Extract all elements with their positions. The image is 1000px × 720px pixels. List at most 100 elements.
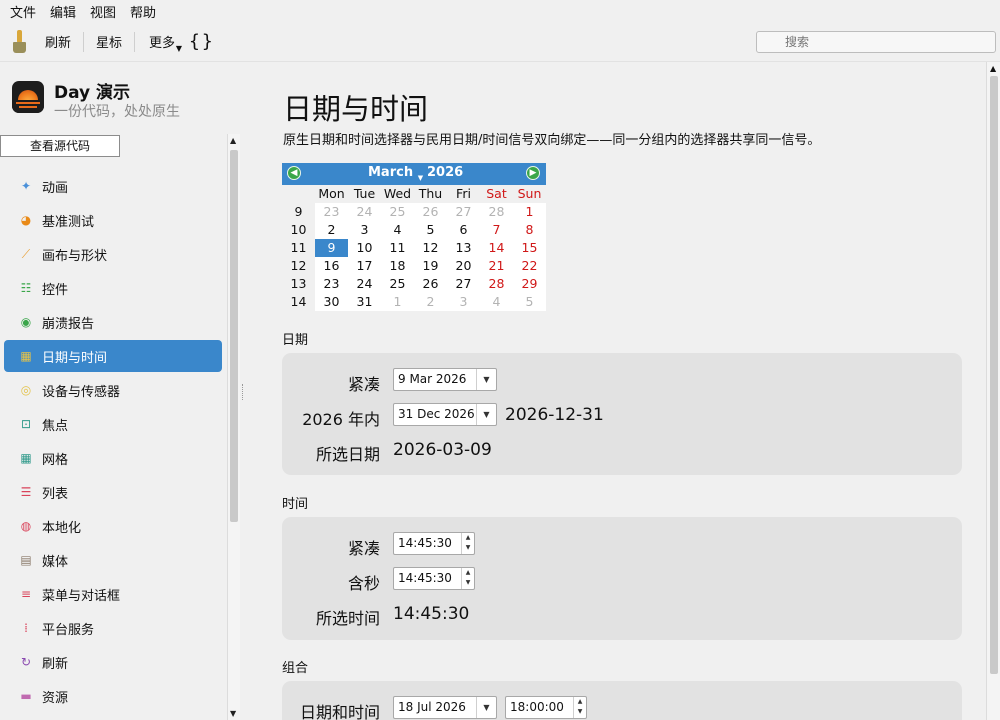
sidebar-item[interactable]: ≡ 菜单与对话框 [4, 578, 222, 610]
search-input[interactable] [756, 31, 996, 53]
spin-arrows-icon[interactable]: ▲ ▼ [573, 697, 586, 718]
sliders-icon: ☷ [20, 281, 32, 295]
calendar-day[interactable]: 7 [480, 221, 513, 239]
compact-date-picker[interactable]: 9 Mar 2026 ▼ [393, 368, 497, 391]
calendar-day[interactable]: 8 [513, 221, 546, 239]
compact-date-label: 紧凑 [347, 375, 380, 394]
refresh-button[interactable]: 刷新 [45, 32, 71, 51]
datetime-label: 日期和时间 [299, 703, 380, 720]
main-scrollbar[interactable]: ▲ [986, 62, 1000, 720]
selected-time-value: 14:45:30 [393, 604, 470, 624]
chevron-down-icon[interactable]: ▼ [476, 369, 496, 390]
chevron-down-icon[interactable]: ▼ [476, 697, 496, 718]
main-scroll-thumb[interactable] [990, 76, 998, 674]
calendar-day[interactable]: 18 [381, 257, 414, 275]
scroll-down-icon[interactable]: ▼ [230, 709, 236, 718]
calendar-day[interactable]: 1 [513, 203, 546, 221]
calendar-day[interactable]: 17 [348, 257, 381, 275]
more-button[interactable]: 更多 ▼ [149, 32, 182, 53]
calendar-day[interactable]: 3 [447, 293, 480, 311]
spin-arrows-icon[interactable]: ▲ ▼ [461, 568, 474, 589]
calendar-day[interactable]: 4 [480, 293, 513, 311]
calendar-day[interactable]: 15 [513, 239, 546, 257]
calendar-day[interactable]: 23 [315, 275, 348, 293]
calendar-day[interactable]: 3 [348, 221, 381, 239]
menu-help[interactable]: 帮助 [130, 2, 156, 21]
calendar-day[interactable]: 29 [513, 275, 546, 293]
star-button[interactable]: 星标 [96, 32, 122, 51]
calendar-day[interactable]: 6 [447, 221, 480, 239]
calendar-day[interactable]: 24 [348, 275, 381, 293]
calendar-day[interactable]: 27 [447, 203, 480, 221]
calendar-day[interactable]: 1 [381, 293, 414, 311]
compact-time-picker[interactable]: 14:45:30 ▲ ▼ [393, 532, 475, 555]
paintbrush-icon[interactable] [11, 29, 29, 54]
calendar-day[interactable]: 5 [513, 293, 546, 311]
calendar-day[interactable]: 26 [414, 203, 447, 221]
sidebar-item[interactable]: ⟋ 画布与形状 [4, 238, 222, 270]
calendar-day[interactable]: 4 [381, 221, 414, 239]
sidebar-item[interactable]: ⁞ 平台服务 [4, 612, 222, 644]
calendar-day[interactable]: 2 [414, 293, 447, 311]
calendar-day[interactable]: 22 [513, 257, 546, 275]
brush-icon: ⟋ [21, 246, 31, 261]
seconds-time-picker[interactable]: 14:45:30 ▲ ▼ [393, 567, 475, 590]
sidebar-item[interactable]: ▦ 网格 [4, 442, 222, 474]
calendar-day[interactable]: 27 [447, 275, 480, 293]
calendar-day[interactable]: 13 [447, 239, 480, 257]
calendar-day[interactable]: 11 [381, 239, 414, 257]
calendar-day[interactable]: 12 [414, 239, 447, 257]
calendar-day[interactable]: 14 [480, 239, 513, 257]
scroll-up-icon[interactable]: ▲ [230, 136, 236, 145]
in-year-date-picker[interactable]: 31 Dec 2026 ▼ [393, 403, 497, 426]
calendar-day[interactable]: 21 [480, 257, 513, 275]
sidebar-item[interactable]: ⊡ 焦点 [4, 408, 222, 440]
splitter-handle[interactable] [242, 384, 244, 400]
sidebar-item[interactable]: ◕ 基准测试 [4, 204, 222, 236]
scroll-up-icon[interactable]: ▲ [990, 64, 996, 73]
sidebar-item[interactable]: ✦ 动画 [4, 170, 222, 202]
sidebar-scrollbar[interactable]: ▲ ▼ [227, 134, 240, 720]
app-title: Day 演示 [54, 83, 131, 103]
spin-arrows-icon[interactable]: ▲ ▼ [461, 533, 474, 554]
next-month-icon[interactable]: ▶ [526, 166, 540, 180]
view-source-button[interactable]: 查看源代码 [0, 135, 120, 157]
calendar-day[interactable]: 28 [480, 275, 513, 293]
sidebar-item[interactable]: ☰ 列表 [4, 476, 222, 508]
calendar-day[interactable]: 30 [315, 293, 348, 311]
calendar-day[interactable]: 2 [315, 221, 348, 239]
datetime-date-picker[interactable]: 18 Jul 2026 ▼ [393, 696, 497, 719]
calendar-day[interactable]: 25 [381, 275, 414, 293]
calendar-day[interactable]: 24 [348, 203, 381, 221]
prev-month-icon[interactable]: ◀ [287, 166, 301, 180]
calendar-day[interactable]: 9 [315, 239, 348, 257]
calendar-day[interactable]: 31 [348, 293, 381, 311]
sidebar-item[interactable]: ↻ 刷新 [4, 646, 222, 678]
calendar-day[interactable]: 10 [348, 239, 381, 257]
sidebar-item[interactable]: ☷ 控件 [4, 272, 222, 304]
sidebar-item[interactable]: ▬ 资源 [4, 680, 222, 712]
menu-view[interactable]: 视图 [90, 2, 116, 21]
sidebar-item[interactable]: ◍ 本地化 [4, 510, 222, 542]
calendar-widget[interactable]: ◀ March ▼ 2026 ▶ Mon Tue Wed Thu Fri Sat Sun 9 23… [282, 163, 546, 311]
calendar-day[interactable]: 20 [447, 257, 480, 275]
calendar-day[interactable]: 28 [480, 203, 513, 221]
calendar-day[interactable]: 16 [315, 257, 348, 275]
calendar-day[interactable]: 19 [414, 257, 447, 275]
sidebar-item[interactable]: ▤ 媒体 [4, 544, 222, 576]
menu-edit[interactable]: 编辑 [50, 2, 76, 21]
datetime-time-picker[interactable]: 18:00:00 ▲ ▼ [505, 696, 587, 719]
menu-file[interactable]: 文件 [10, 2, 36, 21]
sidebar-item[interactable]: ▦ 日期与时间 [4, 340, 222, 372]
sidebar-scroll-thumb[interactable] [230, 150, 238, 522]
calendar-day[interactable]: 25 [381, 203, 414, 221]
calendar-year[interactable]: 2026 [427, 165, 463, 180]
sidebar-item[interactable]: ◎ 设备与传感器 [4, 374, 222, 406]
chevron-down-icon[interactable]: ▼ [476, 404, 496, 425]
braces-icon[interactable]: {} [189, 31, 215, 52]
calendar-day[interactable]: 23 [315, 203, 348, 221]
sidebar-item[interactable]: ◉ 崩溃报告 [4, 306, 222, 338]
calendar-month-selector[interactable]: March ▼ [368, 165, 423, 182]
calendar-day[interactable]: 26 [414, 275, 447, 293]
calendar-day[interactable]: 5 [414, 221, 447, 239]
